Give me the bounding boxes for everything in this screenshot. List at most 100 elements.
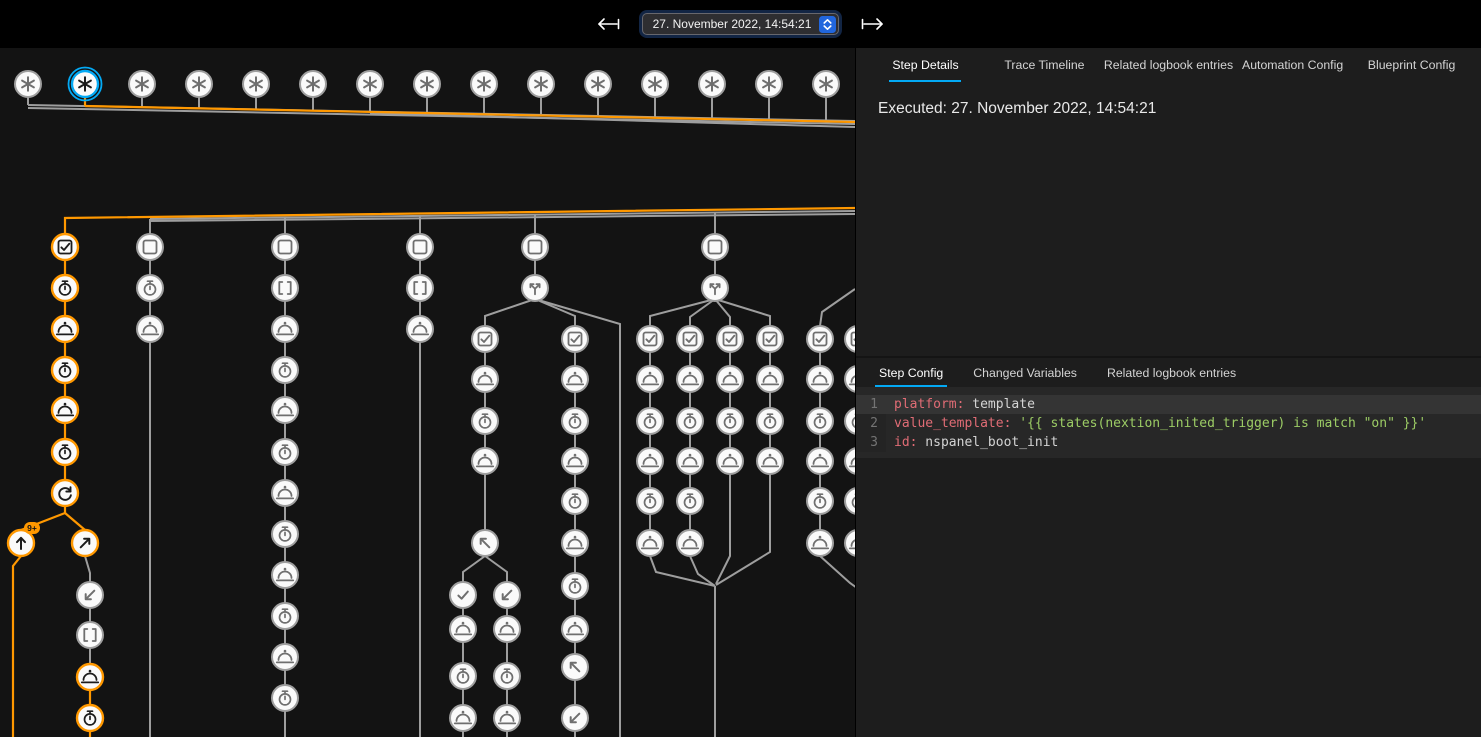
graph-node-checkbox-blank[interactable] [272,234,298,260]
tab-blueprint-config[interactable]: Blueprint Config [1352,48,1471,82]
tab-step-config[interactable]: Step Config [864,358,958,387]
graph-node-service[interactable] [472,366,498,392]
graph-node-timer[interactable] [52,357,78,383]
graph-node-asterisk[interactable] [300,71,326,97]
graph-node-timer[interactable] [677,408,703,434]
graph-node-service[interactable] [137,316,163,342]
graph-node-service[interactable] [845,366,855,392]
graph-node-service[interactable] [272,397,298,423]
graph-node-service[interactable] [450,705,476,731]
graph-node-service[interactable] [677,448,703,474]
graph-node-timer[interactable] [807,488,833,514]
graph-node-asterisk[interactable] [243,71,269,97]
graph-node-checkbox-marked[interactable] [52,234,78,260]
graph-node-timer[interactable] [677,488,703,514]
graph-node-service[interactable] [845,530,855,556]
graph-node-service[interactable] [562,366,588,392]
graph-node-service[interactable] [272,316,298,342]
graph-node-asterisk[interactable] [471,71,497,97]
graph-node-service[interactable] [272,562,298,588]
graph-node-timer[interactable] [807,408,833,434]
graph-node-asterisk[interactable] [414,71,440,97]
graph-node-asterisk[interactable] [357,71,383,97]
graph-node-arrow-up-left[interactable] [562,654,588,680]
graph-node-timer[interactable] [472,408,498,434]
graph-node-timer[interactable] [52,439,78,465]
next-trace-button[interactable] [855,12,889,36]
graph-node-asterisk[interactable] [528,71,554,97]
graph-node-timer[interactable] [494,663,520,689]
tab-step-details[interactable]: Step Details [866,48,985,82]
graph-node-timer[interactable] [637,408,663,434]
graph-node-arrow-up-right[interactable] [72,530,98,556]
graph-node-service[interactable] [717,448,743,474]
graph-node-asterisk[interactable] [642,71,668,97]
graph-node-arrow-down-left[interactable] [77,582,103,608]
graph-node-timer[interactable] [272,603,298,629]
graph-node-service[interactable] [845,448,855,474]
graph-node-service[interactable] [52,397,78,423]
graph-node-checkbox-blank[interactable] [702,234,728,260]
graph-node-timer[interactable] [272,357,298,383]
graph-node-timer[interactable] [562,573,588,599]
graph-node-service[interactable] [562,530,588,556]
graph-node-repeat[interactable] [52,480,78,506]
graph-node-timer[interactable] [52,275,78,301]
graph-node-service[interactable] [807,366,833,392]
graph-node-timer[interactable] [637,488,663,514]
graph-node-brackets[interactable] [77,622,103,648]
graph-node-service[interactable] [77,664,103,690]
graph-node-service[interactable] [472,448,498,474]
graph-node-timer[interactable] [757,408,783,434]
previous-trace-button[interactable] [592,12,626,36]
graph-node-asterisk[interactable] [186,71,212,97]
graph-node-arrow-up-left[interactable] [472,530,498,556]
graph-node-checkbox-marked[interactable] [637,326,663,352]
graph-node-arrow-down-left[interactable] [494,582,520,608]
graph-node-brackets[interactable] [272,275,298,301]
graph-node-timer[interactable] [717,408,743,434]
graph-node-service[interactable] [637,366,663,392]
graph-node-asterisk[interactable] [813,71,839,97]
graph-node-checkbox-marked[interactable] [472,326,498,352]
graph-node-checkbox-blank[interactable] [407,234,433,260]
graph-node-timer[interactable] [450,663,476,689]
graph-node-service[interactable] [272,644,298,670]
graph-node-checkbox-blank[interactable] [522,234,548,260]
graph-node-timer[interactable] [137,275,163,301]
graph-node-brackets[interactable] [407,275,433,301]
graph-node-timer[interactable] [77,705,103,731]
graph-node-timer[interactable] [272,685,298,711]
graph-node-checkbox-marked[interactable] [677,326,703,352]
graph-node-checkbox-marked[interactable] [845,326,855,352]
graph-node-arrow-up[interactable]: 9+ [8,522,40,556]
graph-node-check[interactable] [450,582,476,608]
graph-node-asterisk[interactable] [15,71,41,97]
graph-node-checkbox-marked[interactable] [757,326,783,352]
graph-node-service[interactable] [637,448,663,474]
graph-node-service[interactable] [677,530,703,556]
graph-node-service[interactable] [807,530,833,556]
step-config-code-editor[interactable]: 1platform: template2value_template: '{{ … [856,387,1481,458]
graph-node-service[interactable] [807,448,833,474]
graph-node-checkbox-blank[interactable] [137,234,163,260]
graph-node-timer[interactable] [562,488,588,514]
graph-node-asterisk[interactable] [129,71,155,97]
graph-node-split[interactable] [522,275,548,301]
graph-node-service[interactable] [757,366,783,392]
graph-node-split[interactable] [702,275,728,301]
graph-node-asterisk[interactable] [585,71,611,97]
graph-node-service[interactable] [562,448,588,474]
graph-node-service[interactable] [494,616,520,642]
graph-node-service[interactable] [677,366,703,392]
graph-node-service[interactable] [757,448,783,474]
graph-node-service[interactable] [637,530,663,556]
graph-node-asterisk[interactable] [699,71,725,97]
tab-related-logbook-entries[interactable]: Related logbook entries [1092,358,1251,387]
graph-node-timer[interactable] [272,439,298,465]
graph-node-asterisk[interactable] [756,71,782,97]
tab-changed-variables[interactable]: Changed Variables [958,358,1092,387]
graph-node-asterisk[interactable] [69,68,102,101]
graph-node-service[interactable] [450,616,476,642]
graph-node-arrow-down-left[interactable] [562,705,588,731]
